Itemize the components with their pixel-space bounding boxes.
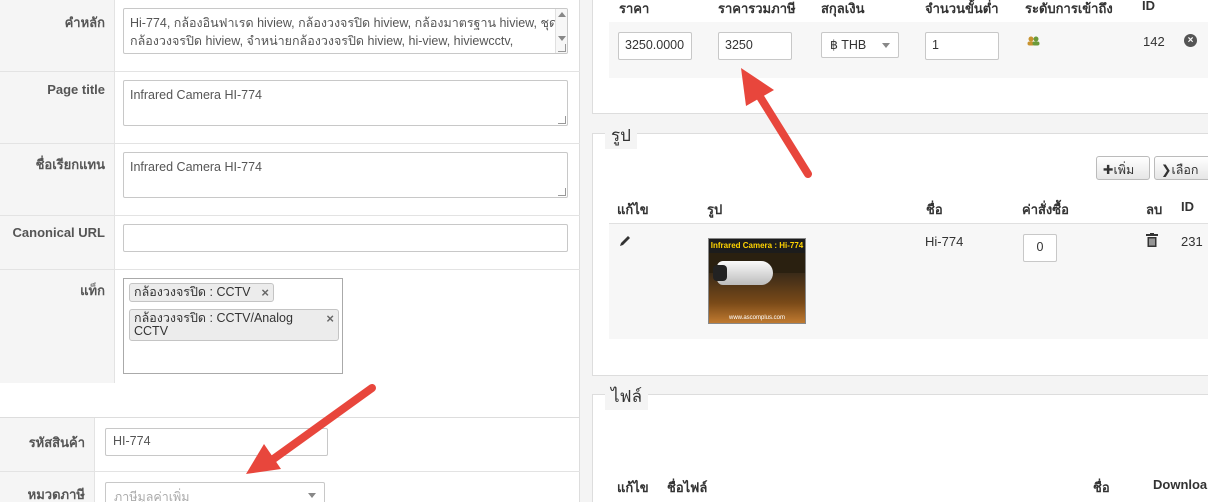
chevron-down-icon bbox=[308, 493, 316, 498]
plus-icon: ✚ bbox=[1103, 163, 1114, 177]
image-row: Infrared Camera : Hi-774 www.ascomplus.c… bbox=[609, 223, 1208, 339]
tax-category-placeholder: ภาษีมูลค่าเพิ่ม bbox=[114, 490, 190, 502]
pencil-icon[interactable] bbox=[618, 234, 632, 251]
product-info-form: รหัสสินค้า HI-774 หมวดภาษี ภาษีมูลค่าเพิ… bbox=[0, 418, 580, 502]
name-header: ชื่อ bbox=[926, 202, 943, 217]
keywords-textarea[interactable]: Hi-774, กล้องอินฟาเรด hiview, กล้องวงจรป… bbox=[123, 8, 568, 54]
image-name: Hi-774 bbox=[925, 234, 964, 249]
alias-textarea[interactable]: Infrared Camera HI-774 bbox=[123, 152, 568, 198]
filename-header: ชื่อไฟล์ bbox=[667, 480, 708, 495]
thumbnail-url: www.ascomplus.com bbox=[728, 315, 785, 321]
page-title-row: Page title Infrared Camera HI-774 bbox=[0, 72, 580, 144]
image-header: รูป bbox=[707, 202, 723, 217]
edit-header: แก้ไข bbox=[617, 202, 649, 217]
image-id: 231 bbox=[1181, 234, 1203, 249]
alias-label: ชื่อเรียกแทน bbox=[0, 144, 115, 215]
min-qty-input[interactable]: 1 bbox=[925, 32, 999, 60]
tax-label: หมวดภาษี bbox=[0, 472, 95, 502]
currency-select[interactable]: ฿ THB bbox=[821, 32, 899, 58]
remove-price-icon[interactable]: × bbox=[1184, 34, 1197, 47]
price-id: 142 bbox=[1143, 34, 1165, 49]
keywords-label: คำหลัก bbox=[0, 0, 115, 71]
thumbnail-title: Infrared Camera : Hi-774 bbox=[709, 239, 805, 253]
tag-text: กล้องวงจรปิด : CCTV bbox=[134, 285, 251, 299]
add-image-button[interactable]: ✚เพิ่ม bbox=[1096, 156, 1150, 180]
tag-chip[interactable]: กล้องวงจรปิด : CCTV × bbox=[129, 283, 274, 302]
sku-input[interactable]: HI-774 bbox=[105, 428, 328, 456]
chevron-down-icon bbox=[882, 43, 890, 48]
resize-grip-icon[interactable] bbox=[558, 116, 566, 124]
users-group-icon[interactable] bbox=[1027, 34, 1041, 46]
tags-input[interactable]: กล้องวงจรปิด : CCTV × กล้องวงจรปิด : CCT… bbox=[123, 278, 343, 374]
product-thumbnail[interactable]: Infrared Camera : Hi-774 www.ascomplus.c… bbox=[708, 238, 806, 324]
remove-tag-icon[interactable]: × bbox=[326, 312, 334, 325]
tag-text: กล้องวงจรปิด : CCTV/Analog CCTV bbox=[134, 311, 293, 338]
alias-row: ชื่อเรียกแทน Infrared Camera HI-774 bbox=[0, 144, 580, 216]
id-header: ID bbox=[1142, 0, 1155, 13]
trash-icon[interactable] bbox=[1146, 233, 1158, 250]
files-panel: แก้ไข ชื่อไฟล์ ชื่อ Downloa bbox=[592, 394, 1208, 502]
price-incl-tax-input[interactable]: 3250 bbox=[718, 32, 792, 60]
canonical-label: Canonical URL bbox=[0, 216, 115, 269]
delete-header: ลบ bbox=[1146, 202, 1163, 217]
file-name-header: ชื่อ bbox=[1093, 480, 1110, 495]
files-legend: ไฟล์ bbox=[605, 383, 649, 410]
file-edit-header: แก้ไข bbox=[617, 480, 649, 495]
tag-chip[interactable]: กล้องวงจรปิด : CCTV/Analog CCTV × bbox=[129, 309, 339, 341]
tags-label: แท็ก bbox=[0, 270, 115, 383]
currency-value: ฿ THB bbox=[830, 38, 867, 52]
page-title-textarea[interactable]: Infrared Camera HI-774 bbox=[123, 80, 568, 126]
remove-tag-icon[interactable]: × bbox=[261, 286, 269, 299]
canonical-input[interactable] bbox=[123, 224, 568, 252]
min-qty-header: จำนวนขั้นต่ำ bbox=[925, 1, 999, 16]
resize-grip-icon[interactable] bbox=[558, 44, 566, 52]
tax-category-select[interactable]: ภาษีมูลค่าเพิ่ม bbox=[105, 482, 325, 502]
sku-row: รหัสสินค้า HI-774 bbox=[0, 418, 580, 472]
price-input[interactable]: 3250.0000 bbox=[618, 32, 692, 60]
price-incl-tax-header: ราคารวมภาษี bbox=[718, 1, 796, 16]
keywords-row: คำหลัก Hi-774, กล้องอินฟาเรด hiview, กล้… bbox=[0, 0, 580, 72]
prices-panel: ราคา ราคารวมภาษี สกุลเงิน จำนวนขั้นต่ำ ร… bbox=[592, 0, 1208, 114]
chevron-right-icon: ❯ bbox=[1161, 163, 1172, 177]
image-order-input[interactable]: 0 bbox=[1023, 234, 1057, 262]
product-meta-form: คำหลัก Hi-774, กล้องอินฟาเรด hiview, กล้… bbox=[0, 0, 580, 418]
page-title-text: Infrared Camera HI-774 bbox=[130, 88, 263, 102]
canonical-row: Canonical URL bbox=[0, 216, 580, 270]
select-image-label: เลือก bbox=[1171, 163, 1199, 177]
add-image-label: เพิ่ม bbox=[1113, 163, 1135, 177]
sku-label: รหัสสินค้า bbox=[0, 418, 95, 471]
tags-row: แท็ก กล้องวงจรปิด : CCTV × กล้องวงจรปิด … bbox=[0, 270, 580, 383]
page-title-label: Page title bbox=[0, 72, 115, 143]
price-row: 3250.0000 3250 ฿ THB 1 142 × bbox=[609, 22, 1208, 78]
alias-text: Infrared Camera HI-774 bbox=[130, 160, 263, 174]
tax-row: หมวดภาษี ภาษีมูลค่าเพิ่ม bbox=[0, 472, 580, 502]
currency-header: สกุลเงิน bbox=[821, 1, 865, 16]
right-column: ราคา ราคารวมภาษี สกุลเงิน จำนวนขั้นต่ำ ร… bbox=[592, 0, 1208, 502]
keywords-text: Hi-774, กล้องอินฟาเรด hiview, กล้องวงจรป… bbox=[130, 16, 558, 48]
price-header: ราคา bbox=[619, 1, 650, 16]
download-header: Downloa bbox=[1153, 477, 1208, 492]
access-level-header: ระดับการเข้าถึง bbox=[1025, 1, 1113, 16]
images-panel: ✚เพิ่ม ❯เลือก แก้ไข รูป ชื่อ ค่าสั่งซื้อ… bbox=[592, 133, 1208, 376]
resize-grip-icon[interactable] bbox=[558, 188, 566, 196]
order-header: ค่าสั่งซื้อ bbox=[1022, 202, 1069, 217]
images-legend: รูป bbox=[605, 122, 637, 149]
select-image-button[interactable]: ❯เลือก bbox=[1154, 156, 1208, 180]
id-header: ID bbox=[1181, 199, 1194, 214]
